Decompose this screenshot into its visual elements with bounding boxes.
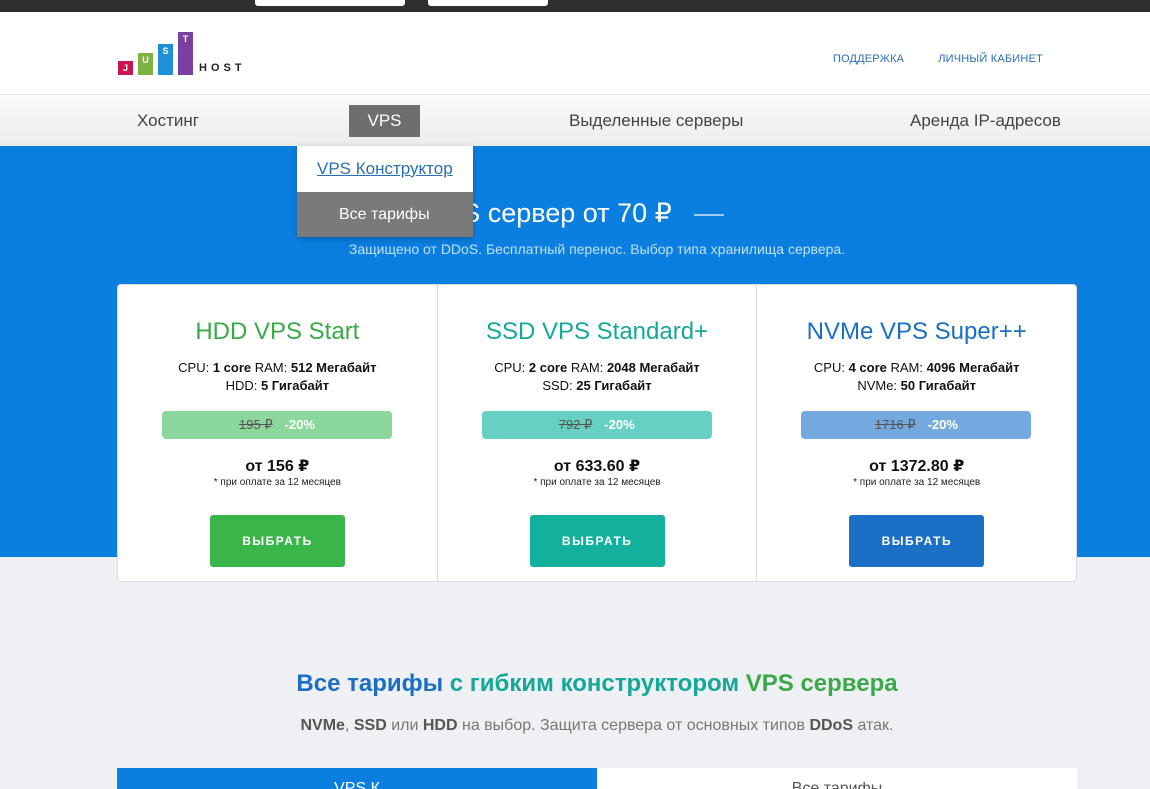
section-title-part: с гибким конструктором (443, 670, 746, 697)
plan-name: HDD VPS Start (195, 318, 360, 345)
plans-tabs: VPS К Все тарифы (117, 768, 1077, 789)
section-subtitle: NVMe, SSD или HDD на выбор. Защита серве… (0, 717, 1150, 735)
justhost-logo[interactable]: J U S T HOST (118, 32, 258, 75)
spec-value: 4 core (848, 360, 887, 375)
logo-letter: S (158, 44, 173, 75)
hero-subtitle: Защищено от DDoS. Бесплатный перенос. Вы… (348, 241, 846, 257)
spec-label: CPU: (813, 360, 849, 375)
spec-value: 5 Гигабайт (260, 378, 330, 393)
support-link[interactable]: ПОДДЕРЖКА (833, 53, 904, 65)
vps-dropdown-menu: VPS Конструктор Все тарифы (297, 146, 473, 237)
plan-spec-cpu-ram: CPU: 4 core RAM: 4096 Мегабайт (757, 360, 1076, 375)
subtitle-strong: NVMe (300, 717, 345, 734)
logo-letter: T (178, 32, 193, 75)
spec-label: RAM: (567, 360, 607, 375)
hero-title: VPS сервер от 70 ₽ (0, 198, 1150, 229)
old-price: 1716 ₽ (874, 417, 916, 432)
section-title-part: Все тарифы (296, 670, 444, 697)
select-plan-button[interactable]: ВЫБРАТЬ (849, 515, 985, 567)
spec-value: 4096 Мегабайт (926, 360, 1020, 375)
plan-price: от 156 ₽ (245, 458, 310, 475)
top-bar (0, 0, 1150, 12)
nav-item-vps[interactable]: VPS (349, 105, 420, 137)
discount-percent: -20% (604, 417, 635, 432)
plan-price: от 1372.80 ₽ (869, 458, 965, 475)
site-header: J U S T HOST ПОДДЕРЖКА ЛИЧНЫЙ КАБИНЕТ (0, 12, 1150, 94)
subtitle-strong: DDoS (809, 717, 853, 734)
dropdown-item-all-plans[interactable]: Все тарифы (297, 192, 473, 237)
nav-item-hosting[interactable]: Хостинг (137, 95, 199, 147)
plan-name: NVMe VPS Super++ (806, 318, 1027, 345)
select-plan-button[interactable]: ВЫБРАТЬ (529, 515, 665, 567)
subtitle-text: атак. (853, 717, 894, 734)
plan-card-ssd: SSD VPS Standard+ CPU: 2 core RAM: 2048 … (438, 285, 758, 581)
discount-percent: -20% (927, 417, 958, 432)
subtitle-text: или (386, 717, 423, 734)
spec-value: 512 Мегабайт (290, 360, 377, 375)
spec-value: 25 Гигабайт (576, 378, 652, 393)
spec-label: RAM: (886, 360, 927, 375)
spec-label: RAM: (251, 360, 291, 375)
price-note: * при оплате за 12 месяцев (213, 477, 341, 488)
subtitle-text: на выбор. Защита сервера от основных тип… (457, 717, 810, 734)
discount-badge: 792 ₽ -20% (481, 411, 712, 439)
spec-label: HDD: (225, 378, 261, 393)
account-link[interactable]: ЛИЧНЫЙ КАБИНЕТ (938, 53, 1043, 65)
plan-card-nvme: NVMe VPS Super++ CPU: 4 core RAM: 4096 М… (757, 285, 1076, 581)
tab-vps-constructor[interactable]: VPS К (117, 768, 597, 789)
subtitle-strong: SSD (353, 717, 387, 734)
logo-letter: J (118, 61, 133, 75)
section-title-part: VPS сервера (745, 670, 898, 697)
plan-spec-storage: NVMe: 50 Гигабайт (757, 378, 1076, 393)
hero-title-line (693, 213, 724, 216)
spec-value: 2 core (528, 360, 568, 375)
plan-spec-storage: HDD: 5 Гигабайт (118, 378, 437, 393)
discount-badge: 195 ₽ -20% (162, 411, 392, 439)
subtitle-text: , (344, 717, 354, 734)
old-price: 792 ₽ (558, 417, 593, 432)
spec-label: NVMe: (857, 378, 901, 393)
spec-value: 1 core (212, 360, 252, 375)
spec-label: SSD: (542, 378, 577, 393)
price-note: * при оплате за 12 месяцев (853, 477, 981, 488)
discount-percent: -20% (284, 417, 315, 432)
plan-spec-cpu-ram: CPU: 1 core RAM: 512 Мегабайт (118, 360, 437, 375)
spec-value: 50 Гигабайт (900, 378, 977, 393)
plan-price: от 633.60 ₽ (553, 458, 641, 475)
logo-host-text: HOST (199, 62, 246, 74)
top-bar-field[interactable] (428, 0, 548, 6)
main-nav: Хостинг VPS Выделенные серверы Аренда IP… (0, 94, 1150, 146)
nav-item-ip-rent[interactable]: Аренда IP-адресов (910, 95, 1061, 147)
spec-value: 2048 Мегабайт (606, 360, 700, 375)
plan-card-hdd: HDD VPS Start CPU: 1 core RAM: 512 Мегаб… (118, 285, 438, 581)
dropdown-item-vps-constructor[interactable]: VPS Конструктор (297, 146, 473, 192)
old-price: 195 ₽ (239, 417, 273, 432)
discount-badge: 1716 ₽ -20% (801, 411, 1032, 439)
spec-label: CPU: (178, 360, 213, 375)
plan-spec-storage: SSD: 25 Гигабайт (438, 378, 757, 393)
price-note: * при оплате за 12 месяцев (533, 477, 661, 488)
select-plan-button[interactable]: ВЫБРАТЬ (210, 515, 345, 567)
nav-item-dedicated[interactable]: Выделенные серверы (569, 95, 743, 147)
spec-label: CPU: (494, 360, 529, 375)
logo-letter: U (138, 53, 153, 75)
plan-spec-cpu-ram: CPU: 2 core RAM: 2048 Мегабайт (438, 360, 757, 375)
subtitle-strong: HDD (422, 717, 458, 734)
plan-name: SSD VPS Standard+ (485, 318, 709, 345)
section-title: Все тарифы с гибким конструктором VPS се… (0, 670, 1150, 698)
plans-container: HDD VPS Start CPU: 1 core RAM: 512 Мегаб… (117, 284, 1077, 582)
tab-all-plans[interactable]: Все тарифы (597, 768, 1077, 789)
top-bar-field[interactable] (255, 0, 405, 6)
